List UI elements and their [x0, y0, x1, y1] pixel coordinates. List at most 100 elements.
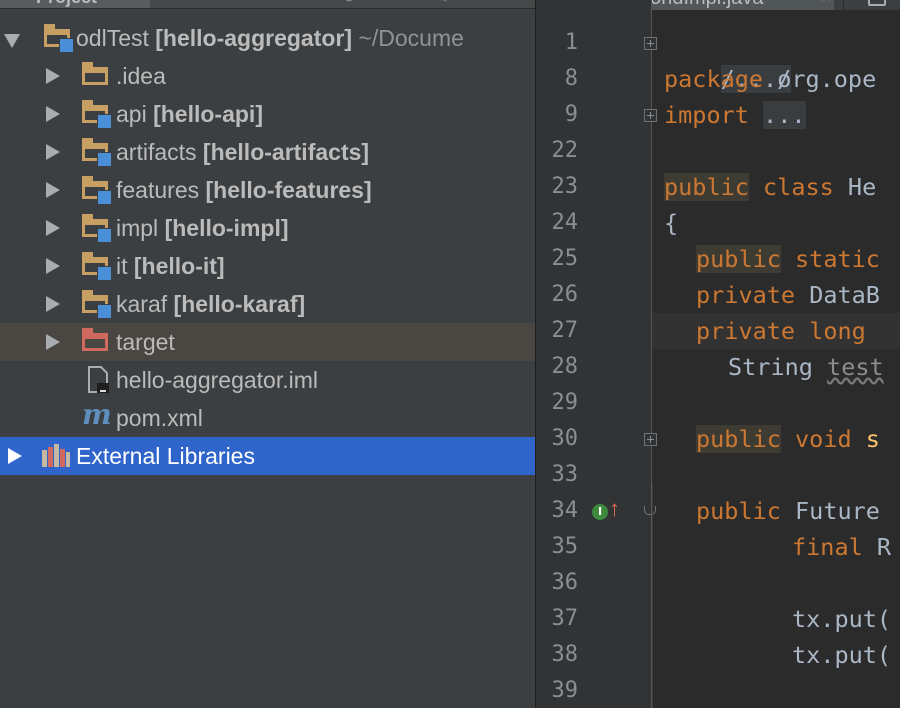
collapse-icon[interactable]: ÷: [390, 0, 408, 6]
code-line[interactable]: final R: [792, 529, 891, 565]
folder-icon: [82, 62, 112, 88]
code-line[interactable]: public Future: [696, 493, 880, 529]
line-number: 22: [551, 138, 579, 163]
expand-arrow-icon[interactable]: [4, 19, 24, 57]
code-line[interactable]: public static: [696, 241, 880, 277]
line-number: 28: [551, 354, 579, 379]
editor-tab-next[interactable]: [843, 0, 900, 10]
tree-item-external-libraries[interactable]: External Libraries: [0, 437, 535, 475]
code-line[interactable]: public class He: [664, 169, 876, 205]
folded-imports[interactable]: ...: [763, 101, 806, 129]
line-number: 1: [564, 30, 578, 55]
settings-icon[interactable]: ⚙: [436, 0, 454, 6]
tree-item-target[interactable]: target: [0, 323, 535, 361]
arrow-up-icon[interactable]: ↑: [609, 497, 620, 521]
fold-collapse-icon[interactable]: [644, 506, 657, 519]
tree-item-label: External Libraries: [76, 443, 255, 469]
tree-item-label: impl: [116, 215, 159, 241]
module-folder-icon: [82, 100, 112, 129]
target-icon[interactable]: ⊕: [340, 0, 358, 6]
fold-expand-icon[interactable]: [644, 109, 657, 122]
tree-item-features[interactable]: features [hello-features]: [0, 171, 535, 209]
code-line[interactable]: package org.ope: [664, 61, 876, 97]
line-number: 29: [551, 390, 579, 415]
line-number: 26: [551, 282, 579, 307]
tree-item-label: hello-aggregator.iml: [116, 367, 319, 393]
keyword: public: [664, 173, 749, 201]
code-line[interactable]: tx.put(: [792, 637, 891, 673]
tree-item-karaf[interactable]: karaf [hello-karaf]: [0, 285, 535, 323]
expand-arrow-icon[interactable]: [42, 209, 62, 247]
keyword: final: [792, 533, 863, 561]
module-name: [hello-api]: [153, 101, 263, 127]
expand-arrow-icon[interactable]: [42, 323, 62, 361]
hide-icon[interactable]: ⇥: [486, 0, 504, 6]
line-number: 38: [551, 642, 579, 667]
code-line[interactable]: private DataB: [696, 277, 880, 313]
close-icon[interactable]: ✕: [819, 0, 832, 10]
tree-item-label: features: [116, 177, 200, 203]
code-line[interactable]: public void s: [696, 421, 880, 457]
keyword: static: [780, 245, 880, 273]
keyword: public: [696, 245, 781, 273]
expand-arrow-icon[interactable]: [42, 95, 62, 133]
code-text: tx.put(: [792, 605, 892, 633]
expand-arrow-icon[interactable]: [42, 285, 62, 323]
code-text: He: [833, 173, 877, 201]
iml-file-icon: [86, 366, 116, 393]
code-line[interactable]: private long: [696, 313, 866, 349]
line-number: 34: [551, 498, 579, 523]
tree-item-idea[interactable]: .idea: [0, 57, 535, 95]
code-editor[interactable]: HelloWorldImpl.java ✕ 1 8 9 22 23 24 25 …: [536, 0, 900, 708]
expand-arrow-icon[interactable]: [42, 57, 62, 95]
fold-expand-icon[interactable]: [644, 433, 657, 446]
project-tab[interactable]: Project: [0, 0, 150, 8]
indent-guide: [652, 483, 653, 708]
keyword: long: [795, 317, 866, 345]
tree-item-artifacts[interactable]: artifacts [hello-artifacts]: [0, 133, 535, 171]
keyword: import: [664, 101, 749, 129]
tree-item-it[interactable]: it [hello-it]: [0, 247, 535, 285]
expand-arrow-icon[interactable]: [42, 247, 62, 285]
keyword: class: [748, 173, 834, 201]
tree-item-iml[interactable]: hello-aggregator.iml: [0, 361, 535, 399]
expand-arrow-icon[interactable]: [42, 133, 62, 171]
code-line[interactable]: tx.put(: [792, 601, 891, 637]
module-folder-icon: [82, 290, 112, 319]
code-text: String: [728, 353, 813, 381]
expand-arrow-icon[interactable]: [42, 171, 62, 209]
tree-item-label: target: [116, 329, 175, 355]
module-name: [hello-impl]: [164, 215, 289, 241]
tree-item-label: it: [116, 253, 128, 279]
project-panel-header: Project ⊕ ÷ ⚙ ⇥: [0, 0, 535, 9]
tree-item-label: artifacts: [116, 139, 197, 165]
maven-icon: m: [82, 398, 112, 431]
tree-item-api[interactable]: api [hello-api]: [0, 95, 535, 133]
project-tab-label: Project: [36, 0, 97, 8]
module-folder-icon: [82, 176, 112, 205]
code-line[interactable]: import ...: [664, 97, 806, 133]
code-line[interactable]: {: [664, 205, 678, 241]
code-text: tx.put(: [792, 641, 892, 669]
line-number: 30: [551, 426, 579, 451]
code-text: R: [862, 533, 892, 561]
code-line[interactable]: /.../: [664, 25, 792, 93]
path-hint: ~/Docume: [358, 25, 464, 51]
tree-item-pom[interactable]: m pom.xml: [0, 399, 535, 437]
module-folder-icon: [82, 138, 112, 167]
tree-item-impl[interactable]: impl [hello-impl]: [0, 209, 535, 247]
unused-variable: test: [827, 353, 884, 381]
method-name: s: [851, 425, 880, 453]
line-number: 9: [564, 102, 578, 127]
expand-arrow-icon[interactable]: [4, 437, 24, 475]
code-text: DataB: [795, 281, 880, 309]
fold-expand-icon[interactable]: [644, 37, 657, 50]
file-icon: [868, 0, 886, 6]
line-number: 27: [551, 318, 579, 343]
tree-item-root[interactable]: odlTest [hello-aggregator] ~/Docume: [0, 19, 535, 57]
line-number: 39: [551, 678, 579, 703]
line-number: 24: [551, 210, 579, 235]
implements-icon[interactable]: I: [592, 504, 608, 520]
module-name: [hello-features]: [205, 177, 372, 203]
code-line[interactable]: String test: [728, 349, 884, 385]
